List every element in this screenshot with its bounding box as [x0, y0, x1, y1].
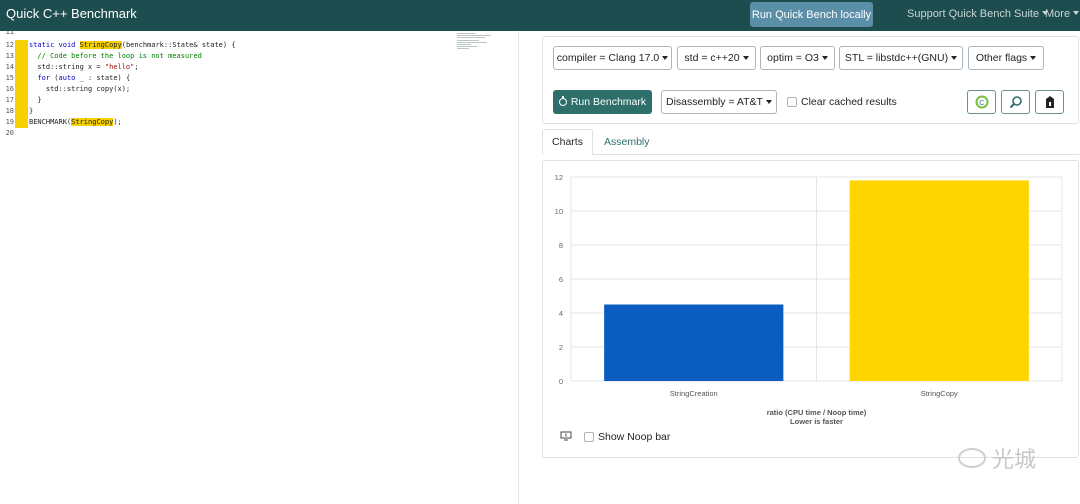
other-flags-label: Other flags [975, 52, 1028, 64]
line-number: 14 [5, 63, 14, 71]
line-number: 11 [5, 31, 14, 36]
tabs-divider [593, 154, 1079, 155]
compiler-select-label: compiler = Clang 17.0 [556, 52, 660, 64]
clear-cached-checkbox[interactable] [787, 97, 797, 107]
line-number: 12 [5, 41, 14, 49]
other-flags-select[interactable]: Other flags [968, 46, 1044, 70]
more-menu[interactable]: More [1045, 8, 1080, 20]
coverage-gutter-mark [15, 95, 28, 106]
code-text: BENCHMARK(StringCopy); [29, 118, 122, 126]
y-tick-label: 8 [559, 241, 563, 250]
chevron-down-icon [1030, 56, 1037, 60]
optim-select-label: optim = O3 [767, 52, 819, 64]
stl-select-label: STL = libstdc++(GNU) [844, 52, 949, 64]
line-number: 18 [5, 107, 14, 115]
coverage-gutter-mark [15, 51, 28, 62]
code-line[interactable]: 16 std::string copy(x); [0, 84, 518, 95]
bar-StringCreation [604, 304, 784, 381]
coverage-gutter-mark [15, 73, 28, 84]
cpp-insights-icon: C [975, 95, 988, 109]
std-select-label: std = c++20 [684, 52, 740, 64]
wechat-logo [958, 448, 986, 468]
y-tick-label: 10 [555, 207, 563, 216]
tab-charts[interactable]: Charts [542, 129, 593, 155]
code-line[interactable]: 17 } [0, 95, 518, 106]
line-number: 13 [5, 52, 14, 60]
coverage-gutter-mark [15, 106, 28, 117]
line-number: 16 [5, 85, 14, 93]
stl-select[interactable]: STL = libstdc++(GNU) [839, 46, 963, 70]
code-text: } [29, 96, 42, 104]
coverage-gutter-mark [15, 117, 28, 128]
std-select[interactable]: std = c++20 [677, 46, 756, 70]
code-text: std::string x = "hello"; [29, 63, 139, 71]
chart-card: 0 2 4 6 8 10 12 StringCreation StringCopy ratio (… [542, 160, 1079, 458]
disassembly-select[interactable]: Disassembly = AT&T [661, 90, 777, 114]
navbar: Quick C++ Benchmark Run Quick Bench loca… [0, 0, 1080, 31]
bar-chart: 0 2 4 6 8 10 12 StringCreation StringCopy ratio (… [555, 173, 1063, 426]
coverage-gutter-mark [15, 62, 28, 73]
search-icon [1009, 96, 1022, 109]
compiler-explorer-button[interactable] [1001, 90, 1030, 114]
support-menu[interactable]: Support Quick Bench Suite [907, 8, 1049, 20]
code-line[interactable]: 14 std::string x = "hello"; [0, 62, 518, 73]
code-line[interactable]: 18} [0, 106, 518, 117]
code-editor[interactable]: 1112 static void StringCopy(benchmark::St… [0, 31, 519, 504]
line-number: 20 [5, 129, 14, 137]
code-line[interactable]: 20 [0, 128, 518, 139]
chevron-down-icon [951, 56, 958, 60]
code-line[interactable]: 13 // Code before the loop is not measur… [0, 51, 518, 62]
coverage-gutter-mark [15, 84, 28, 95]
x-tick-label: StringCreation [670, 389, 718, 398]
run-benchmark-button[interactable]: Run Benchmark [553, 90, 652, 114]
line-number: 19 [5, 118, 14, 126]
monitor-download-icon[interactable] [560, 431, 572, 441]
bar-StringCopy [849, 180, 1029, 381]
optim-select[interactable]: optim = O3 [760, 46, 835, 70]
chevron-down-icon [765, 100, 772, 104]
cpp-insights-button[interactable]: C [967, 90, 996, 114]
x-tick-label: StringCopy [921, 389, 958, 398]
chevron-down-icon [821, 56, 828, 60]
line-number: 17 [5, 96, 14, 104]
svg-text:C: C [979, 100, 984, 107]
clear-cached-label: Clear cached results [801, 96, 897, 108]
code-line[interactable]: 12 static void StringCopy(benchmark::Stat… [0, 40, 518, 51]
code-text: static void StringCopy(benchmark::State&… [29, 41, 236, 49]
y-tick-label: 0 [559, 377, 563, 386]
support-menu-label: Support Quick Bench Suite [907, 8, 1040, 20]
x-axis-sublabel: Lower is faster [790, 417, 843, 426]
show-noop-label: Show Noop bar [598, 431, 671, 443]
show-noop-checkbox[interactable] [584, 432, 594, 442]
chevron-down-icon [742, 56, 749, 60]
code-line[interactable]: 19 BENCHMARK(StringCopy); [0, 117, 518, 128]
chevron-down-icon [662, 56, 669, 60]
chevron-down-icon [1073, 11, 1080, 15]
disassembly-select-label: Disassembly = AT&T [666, 96, 763, 108]
code-text: } [29, 107, 34, 115]
compiler-select[interactable]: compiler = Clang 17.0 [553, 46, 672, 70]
tab-assembly[interactable]: Assembly [604, 136, 650, 148]
code-text: // Code before the loop is not measured [29, 52, 202, 60]
code-text: for (auto _ : state) { [37, 74, 131, 82]
watermark-text: 光城 [992, 448, 1037, 473]
y-tick-label: 12 [555, 173, 563, 182]
x-axis-label: ratio (CPU time / Noop time) [767, 408, 867, 417]
stopwatch-icon [558, 96, 567, 106]
code-line[interactable]: 11 [0, 31, 518, 38]
line-number: 15 [5, 74, 14, 82]
coverage-gutter-mark [15, 40, 28, 51]
run-benchmark-label: Run Benchmark [570, 96, 647, 108]
run-locally-button[interactable]: Run Quick Bench locally [750, 2, 873, 27]
build-icon [1045, 96, 1054, 108]
y-tick-label: 6 [559, 275, 563, 284]
more-menu-label: More [1045, 8, 1071, 20]
y-tick-label: 4 [559, 309, 563, 318]
code-line[interactable]: 15 for (auto _ : state) { [0, 73, 518, 84]
y-tick-label: 2 [559, 343, 563, 352]
app-title[interactable]: Quick C++ Benchmark [6, 6, 137, 21]
code-text: std::string copy(x); [29, 85, 131, 93]
build-bench-button[interactable] [1035, 90, 1064, 114]
